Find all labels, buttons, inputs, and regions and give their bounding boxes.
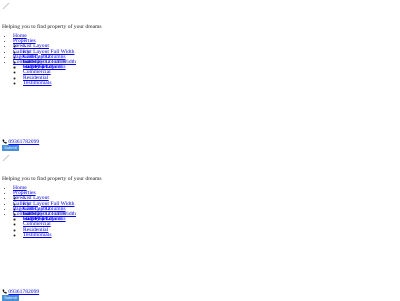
submit-button[interactable]: Submit [2,145,19,151]
tagline: Helping you to find property of your dre… [2,176,102,182]
main-menu: Home Properties List Layout List Layout … [0,185,76,237]
submenu-item: Testimonials [23,232,76,238]
menu-link-contact[interactable]: Contact [13,59,30,65]
submit-button[interactable]: Submit [2,295,19,301]
submenu-link-testimonials[interactable]: Testimonials [23,80,52,86]
phone-icon [2,289,7,294]
phone-icon [2,139,7,144]
submenu-link-testimonials[interactable]: Testimonials [23,232,52,238]
submenu-item: Testimonials [23,80,76,86]
logo-image[interactable] [2,155,10,161]
main-menu: Home Properties List Layout List Layout … [0,33,76,85]
logo-image[interactable] [2,3,10,9]
tagline: Helping you to find property of your dre… [2,24,102,30]
menu-link-contact[interactable]: Contact [13,211,30,217]
